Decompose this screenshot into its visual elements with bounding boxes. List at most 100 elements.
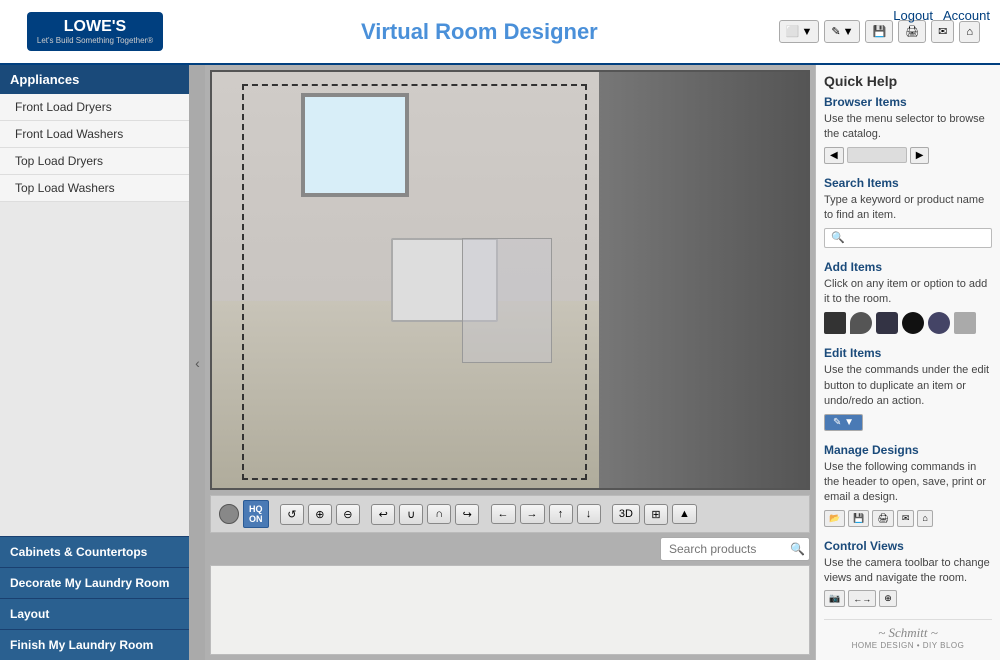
pan-left-button[interactable]: ← xyxy=(491,504,516,524)
pan-down-button[interactable]: ↓ xyxy=(577,504,601,524)
manage-designs-heading: Manage Designs xyxy=(824,443,992,457)
manage-designs-buttons: 📂 💾 🖨 ✉ ⌂ xyxy=(824,510,992,527)
control-view-buttons: 📷 ←→ ⊕ xyxy=(824,590,992,607)
sidebar-item-top-load-dryers[interactable]: Top Load Dryers xyxy=(0,148,189,175)
help-manage-designs: Manage Designs Use the following command… xyxy=(824,443,992,527)
center-area: HQON ↺ ⊕ ⊖ ↩ ∪ ∩ ↪ ← → ↑ ↓ 3D ⊞ ▲ 🔍 xyxy=(205,65,815,660)
ctrl-zoom-btn[interactable]: ⊕ xyxy=(879,590,897,607)
header-toolbar: ⬜ ▼ ✎ ▼ 💾 🖨 ✉ ⌂ xyxy=(779,20,980,43)
help-control-views: Control Views Use the camera toolbar to … xyxy=(824,539,992,608)
browser-prev-button[interactable]: ◀ xyxy=(824,147,844,164)
control-views-heading: Control Views xyxy=(824,539,992,553)
manage-save-btn[interactable]: 💾 xyxy=(848,510,869,527)
grid-view-button[interactable]: ⊞ xyxy=(644,504,668,525)
search-row: 🔍 xyxy=(210,533,810,565)
blog-label: HOME DESIGN • DIY BLOG xyxy=(824,641,992,650)
header: LOWE'S Let's Build Something Together® V… xyxy=(0,0,1000,65)
flip-h-button[interactable]: ∪ xyxy=(399,504,423,525)
logo-area: LOWE'S Let's Build Something Together® xyxy=(10,12,180,51)
quick-help-title: Quick Help xyxy=(824,73,992,89)
3d-view-button[interactable]: 3D xyxy=(612,504,640,524)
help-search-items: Search Items Type a keyword or product n… xyxy=(824,176,992,248)
room-right-wall xyxy=(599,72,808,488)
add-items-heading: Add Items xyxy=(824,260,992,274)
left-sidebar: Appliances Front Load Dryers Front Load … xyxy=(0,65,190,660)
logout-link[interactable]: Logout xyxy=(893,8,933,23)
header-actions: Logout Account xyxy=(893,8,990,23)
zoom-out-button[interactable]: ⊖ xyxy=(336,504,360,525)
rotate-object-button[interactable]: ↺ xyxy=(280,504,304,525)
browser-nav-preview: ◀ ▶ xyxy=(824,147,992,164)
pan-up-button[interactable]: ↑ xyxy=(549,504,573,524)
app-title: Virtual Room Designer xyxy=(180,19,779,45)
save-button[interactable]: 💾 xyxy=(865,20,893,43)
print-button[interactable]: 🖨 xyxy=(898,20,926,43)
sidebar-layout[interactable]: Layout xyxy=(0,598,189,629)
sidebar-toggle[interactable]: ‹ xyxy=(190,65,205,660)
account-link[interactable]: Account xyxy=(943,8,990,23)
item-icon-4 xyxy=(902,312,924,334)
room-3d-view xyxy=(212,72,808,488)
item-icon-3 xyxy=(876,312,898,334)
search-input[interactable] xyxy=(660,537,810,561)
view-circle-button[interactable] xyxy=(219,504,239,524)
item-icon-1 xyxy=(824,312,846,334)
help-add-items: Add Items Click on any item or option to… xyxy=(824,260,992,335)
view-selector-button[interactable]: ⬜ ▼ xyxy=(779,20,820,43)
ctrl-cam-btn[interactable]: 📷 xyxy=(824,590,845,607)
flip-v-button[interactable]: ∩ xyxy=(427,504,451,524)
sidebar-item-top-load-washers[interactable]: Top Load Washers xyxy=(0,175,189,202)
control-views-text: Use the camera toolbar to change views a… xyxy=(824,556,992,587)
browser-preview-bar xyxy=(847,147,907,163)
browser-items-heading: Browser Items xyxy=(824,95,992,109)
help-edit-items: Edit Items Use the commands under the ed… xyxy=(824,346,992,430)
manage-home-btn[interactable]: ⌂ xyxy=(917,510,932,527)
logo: LOWE'S Let's Build Something Together® xyxy=(27,12,163,51)
sidebar-finish-laundry-room[interactable]: Finish My Laundry Room xyxy=(0,629,189,660)
add-items-icons xyxy=(824,312,992,334)
blog-sig-text: ~ Schmitt ~ xyxy=(824,625,992,641)
ctrl-arrows-btn[interactable]: ←→ xyxy=(848,590,876,607)
room-dryer-rack-object xyxy=(462,238,551,363)
manage-email-btn[interactable]: ✉ xyxy=(897,510,915,527)
search-items-heading: Search Items xyxy=(824,176,992,190)
pan-right-button[interactable]: → xyxy=(520,504,545,524)
blog-signature: ~ Schmitt ~ HOME DESIGN • DIY BLOG xyxy=(824,619,992,650)
manage-open-btn[interactable]: 📂 xyxy=(824,510,845,527)
bottom-products-panel[interactable] xyxy=(210,565,810,655)
sidebar-item-front-load-dryers[interactable]: Front Load Dryers xyxy=(0,94,189,121)
logo-text: LOWE'S xyxy=(37,17,153,36)
room-viewer[interactable] xyxy=(210,70,810,490)
sidebar-decorate-laundry-room[interactable]: Decorate My Laundry Room xyxy=(0,567,189,598)
browser-next-button[interactable]: ▶ xyxy=(910,147,930,164)
email-button[interactable]: ✉ xyxy=(931,20,954,43)
manage-designs-text: Use the following commands in the header… xyxy=(824,460,992,506)
room-window xyxy=(301,93,408,197)
item-icon-2 xyxy=(850,312,872,334)
item-icon-5 xyxy=(928,312,950,334)
browser-items-text: Use the menu selector to browse the cata… xyxy=(824,112,992,143)
sidebar-appliances-header[interactable]: Appliances xyxy=(0,65,189,94)
hq-toggle-button[interactable]: HQON xyxy=(243,500,269,528)
edit-items-text: Use the commands under the edit button t… xyxy=(824,363,992,409)
viewer-toolbar: HQON ↺ ⊕ ⊖ ↩ ∪ ∩ ↪ ← → ↑ ↓ 3D ⊞ ▲ xyxy=(210,495,810,533)
edit-selector-button[interactable]: ✎ ▼ xyxy=(824,20,860,43)
item-icon-6 xyxy=(954,312,976,334)
help-browser-items: Browser Items Use the menu selector to b… xyxy=(824,95,992,164)
search-items-text: Type a keyword or product name to find a… xyxy=(824,193,992,224)
edit-btn-preview[interactable]: ✎ ▼ xyxy=(824,414,863,431)
add-items-text: Click on any item or option to add it to… xyxy=(824,277,992,308)
edit-items-heading: Edit Items xyxy=(824,346,992,360)
home-button[interactable]: ⌂ xyxy=(959,21,980,43)
redo-button[interactable]: ↪ xyxy=(455,504,479,525)
right-panel: Quick Help Browser Items Use the menu se… xyxy=(815,65,1000,660)
expand-button[interactable]: ▲ xyxy=(672,504,697,524)
undo-button[interactable]: ↩ xyxy=(371,504,395,525)
logo-tagline: Let's Build Something Together® xyxy=(37,36,153,46)
zoom-in-button[interactable]: ⊕ xyxy=(308,504,332,525)
manage-print-btn[interactable]: 🖨 xyxy=(872,510,893,527)
sidebar-item-front-load-washers[interactable]: Front Load Washers xyxy=(0,121,189,148)
help-search-preview[interactable] xyxy=(824,228,992,248)
main-layout: Appliances Front Load Dryers Front Load … xyxy=(0,65,1000,660)
sidebar-cabinets-countertops[interactable]: Cabinets & Countertops xyxy=(0,536,189,567)
